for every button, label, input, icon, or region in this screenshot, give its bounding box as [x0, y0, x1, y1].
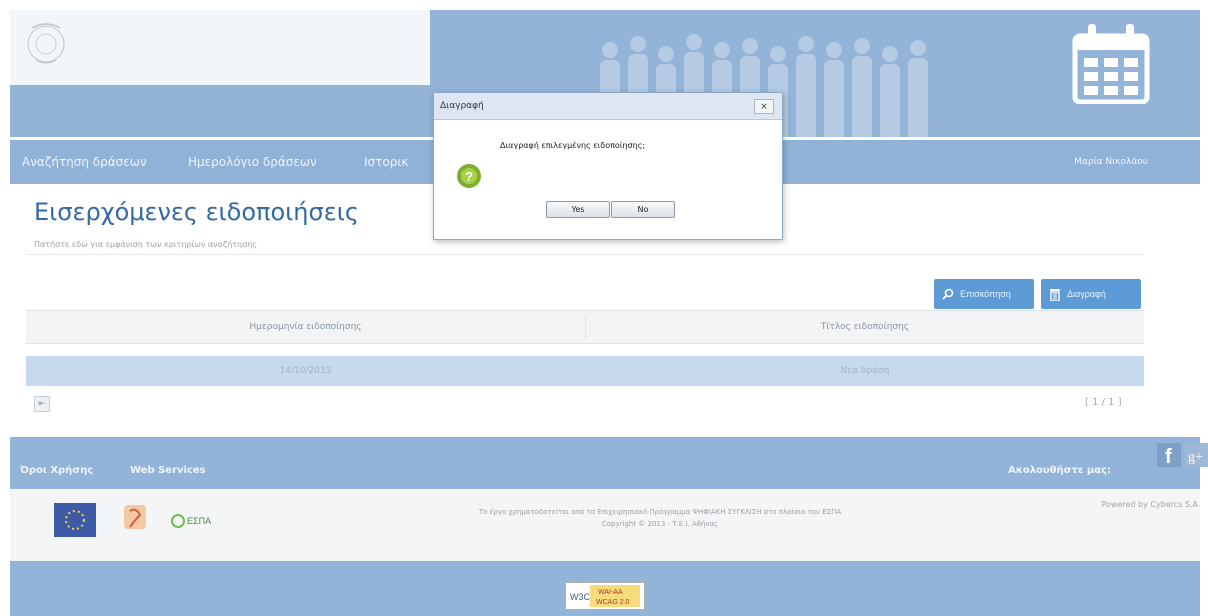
eu-flag-logo: [54, 503, 96, 537]
wcag-prefix: W3C: [570, 592, 591, 602]
delete-button-label: Διαγραφή: [1067, 289, 1106, 299]
dialog-titlebar[interactable]: Διαγραφή ×: [434, 93, 782, 120]
footer-links-bar: Όροι Χρήσης Web Services Ακολουθήστε μας…: [10, 437, 1208, 489]
table-header: Ημερομηνία ειδοποίησης Τίτλος ειδοποίηση…: [26, 310, 1144, 344]
delete-confirm-dialog: Διαγραφή × ? Διαγραφή επιλεγμένης ειδοπο…: [433, 92, 783, 240]
svg-text:?: ?: [465, 169, 473, 184]
notifications-table: Ημερομηνία ειδοποίησης Τίτλος ειδοποίηση…: [26, 310, 1144, 388]
close-icon[interactable]: ×: [754, 99, 774, 114]
delete-button[interactable]: Διαγραφή: [1041, 279, 1141, 309]
cell-title: Νέα δράση: [840, 366, 890, 376]
search-icon: [942, 288, 954, 300]
funding-text: Το έργο χρηματοδοτείται από το Επιχειρησ…: [478, 508, 842, 516]
page-title: Εισερχόμενες ειδοποιήσεις: [34, 198, 359, 226]
wcag-version: WCAG 2.0: [596, 599, 630, 606]
divider: [26, 254, 1144, 255]
column-header-date[interactable]: Ημερομηνία ειδοποίησης: [26, 311, 585, 343]
nav-item-history[interactable]: Ιστορικ: [364, 140, 408, 184]
powered-by-text: Powered by Cybercs S.A: [1101, 500, 1198, 509]
wcag-badge[interactable]: W3C WAI-AA WCAG 2.0: [565, 582, 645, 610]
no-button[interactable]: No: [611, 201, 675, 218]
svg-text:g+: g+: [1188, 450, 1203, 465]
facebook-icon[interactable]: f: [1157, 443, 1181, 468]
cell-date: 14/10/2013: [279, 366, 332, 376]
pager-count: [ 1 / 1 ]: [1085, 397, 1122, 408]
google-plus-icon[interactable]: g+: [1185, 443, 1208, 467]
site-logo-icon[interactable]: [22, 18, 70, 68]
svg-text:f: f: [1165, 446, 1172, 467]
view-button[interactable]: Επισκόπηση: [934, 279, 1034, 309]
calendar-icon[interactable]: [1072, 22, 1150, 104]
search-criteria-link[interactable]: Πατήστε εδώ για εμφάνιση των κριτηρίων α…: [34, 240, 257, 249]
digital-convergence-logo: [124, 505, 146, 529]
nav-item-actions-calendar[interactable]: Ημερολόγιο δράσεων: [188, 140, 317, 184]
nav-item-search-actions[interactable]: Αναζήτηση δράσεων: [22, 140, 147, 184]
table-row[interactable]: 14/10/2013 Νέα δράση: [26, 356, 1144, 386]
copyright-text: Copyright © 2013 - Τ.Ε.Ι. Αθήνας: [601, 520, 719, 528]
user-name[interactable]: Μαρία Νικολάου: [1074, 140, 1148, 184]
trash-icon: [1050, 288, 1060, 301]
dialog-title: Διαγραφή: [440, 101, 484, 111]
question-icon: ?: [457, 164, 481, 188]
wcag-level: WAI-AA: [598, 589, 623, 596]
follow-us-label: Ακολουθήστε μας:: [1008, 465, 1112, 476]
yes-button[interactable]: Yes: [546, 201, 610, 218]
dialog-message: Διαγραφή επιλεγμένης ειδοποίησης;: [500, 141, 646, 150]
footer-link-terms[interactable]: Όροι Χρήσης: [20, 465, 93, 476]
footer-link-web-services[interactable]: Web Services: [130, 465, 206, 476]
logo-area: [10, 10, 430, 85]
espa-logo: ΕΣΠΑ: [170, 510, 218, 532]
espa-label: ΕΣΠΑ: [187, 516, 211, 526]
view-button-label: Επισκόπηση: [960, 289, 1011, 299]
column-header-title[interactable]: Τίτλος ειδοποίησης: [586, 311, 1144, 343]
pager-first-icon[interactable]: ⇤: [34, 396, 50, 412]
